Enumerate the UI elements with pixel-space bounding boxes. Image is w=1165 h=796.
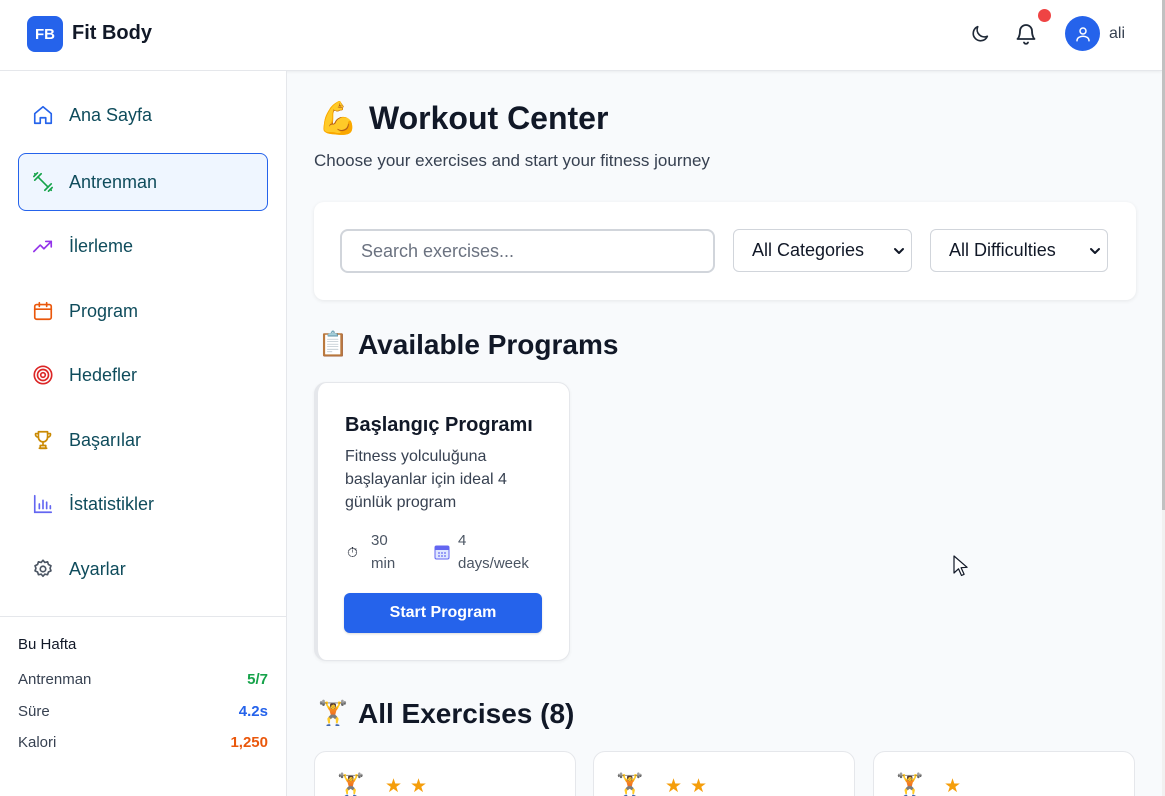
weightlifter-emoji: 🏋️ [318,700,348,727]
weekly-stat-workouts: Antrenman 5/7 [18,671,268,688]
sidebar-item-label: Hedefler [69,364,138,385]
sidebar-item-ana-sayfa[interactable]: Ana Sayfa [18,86,268,144]
sidebar-item-program[interactable]: Program [18,282,268,340]
sidebar: Ana Sayfa Antrenman İlerleme Program Hed… [0,71,287,796]
program-description: Fitness yolculuğuna başlayanlar için ide… [345,448,507,511]
difficulty-stars: ★★ [385,776,436,796]
program-frequency: 4 days/week [458,529,529,575]
notification-dot [1038,9,1051,22]
difficulty-select[interactable]: All Difficulties [930,229,1108,272]
page-title: Workout Center [369,100,609,136]
stat-label: Kalori [18,734,57,751]
start-program-button[interactable]: Start Program [344,593,542,633]
bar-chart-icon [33,494,53,514]
search-input[interactable] [340,229,715,273]
exercise-emoji: 🏋️ [616,772,644,796]
category-select[interactable]: All Categories [733,229,912,272]
trending-up-icon [33,240,53,253]
sidebar-item-label: Ayarlar [69,558,126,579]
target-icon [33,365,53,385]
program-frequency-unit: days/week [458,555,529,572]
stat-value: 4.2s [238,703,268,720]
trophy-icon [34,430,52,450]
sidebar-item-label: İstatistikler [69,493,155,514]
sidebar-item-label: Başarılar [69,429,142,450]
program-duration: 30 min [371,529,395,575]
program-frequency-value: 4 [458,532,467,549]
moon-icon[interactable] [969,23,991,45]
mouse-cursor-icon [953,555,968,577]
top-header: FB Fit Body ali [0,0,1162,71]
sidebar-item-ayarlar[interactable]: Ayarlar [18,540,268,598]
avatar[interactable] [1065,16,1100,51]
sidebar-item-istatistikler[interactable]: İstatistikler [18,475,268,533]
chevron-down-icon [1090,248,1100,254]
logo-badge[interactable]: FB [27,16,63,52]
exercises-section-title: All Exercises (8) [358,698,575,729]
home-icon [33,105,53,125]
sidebar-item-label: Antrenman [69,171,158,192]
difficulty-stars: ★★ [665,776,716,796]
weekly-summary-title: Bu Hafta [18,636,77,653]
user-icon [1075,26,1090,41]
exercise-emoji: 🏋️ [337,772,365,796]
sidebar-item-label: Program [69,300,139,321]
calendar-icon [33,301,53,321]
stat-label: Antrenman [18,671,92,688]
programs-section-title: Available Programs [358,329,619,360]
flexed-biceps-emoji: 💪 [318,100,358,136]
stat-label: Süre [18,703,50,720]
calendar-icon [434,545,450,560]
stat-value: 1,250 [230,734,268,751]
stat-value: 5/7 [247,671,268,688]
program-duration-value: 30 [371,532,388,549]
sidebar-item-basarilar[interactable]: Başarılar [18,411,268,469]
category-select-value: All Categories [752,240,865,260]
difficulty-select-value: All Difficulties [949,240,1056,260]
bell-icon[interactable] [1014,21,1038,47]
sidebar-item-ilerleme[interactable]: İlerleme [18,217,268,275]
chevron-down-icon [894,248,904,254]
weekly-stat-duration: Süre 4.2s [18,703,268,720]
program-name: Başlangıç Programı [345,414,533,436]
sidebar-divider [0,616,286,617]
exercise-emoji: 🏋️ [896,772,924,796]
weekly-stat-calories: Kalori 1,250 [18,734,268,751]
clipboard-emoji: 📋 [318,331,348,358]
stopwatch-icon: ⏱ [347,544,358,560]
settings-icon [34,559,52,578]
page-subtitle: Choose your exercises and start your fit… [314,151,710,170]
username[interactable]: ali [1109,25,1125,43]
dumbbell-icon [33,172,53,192]
program-duration-unit: min [371,555,396,572]
brand-name[interactable]: Fit Body [72,22,152,45]
sidebar-item-hedefler[interactable]: Hedefler [18,346,268,404]
difficulty-stars: ★ [944,776,970,796]
sidebar-item-label: Ana Sayfa [69,104,153,125]
sidebar-item-antrenman[interactable]: Antrenman [18,153,268,211]
sidebar-item-label: İlerleme [69,235,134,256]
